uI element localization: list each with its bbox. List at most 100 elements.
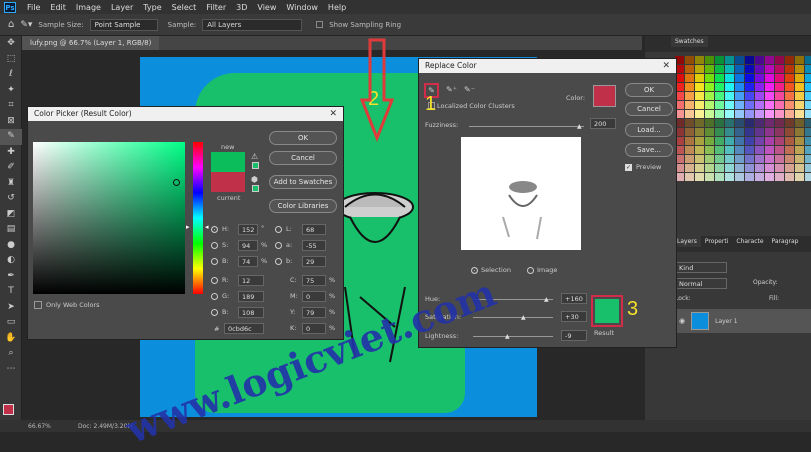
dodge-tool-icon[interactable]: ◐ — [0, 253, 22, 269]
swatch-cell[interactable] — [695, 110, 704, 118]
swatch-cell[interactable] — [775, 110, 784, 118]
swatch-cell[interactable] — [795, 65, 804, 73]
swatch-cell[interactable] — [705, 137, 714, 145]
swatch-cell[interactable] — [705, 74, 714, 82]
home-icon[interactable]: ⌂ — [8, 19, 14, 30]
swatch-cell[interactable] — [685, 83, 694, 91]
r-radio[interactable] — [211, 277, 218, 284]
swatch-cell[interactable] — [785, 173, 794, 181]
saturation-thumb[interactable]: ▲ — [521, 314, 526, 321]
lasso-tool-icon[interactable]: ℓ — [0, 67, 22, 83]
lightness-field[interactable]: -9 — [561, 330, 587, 341]
swatch-cell[interactable] — [765, 83, 774, 91]
lightness-thumb[interactable]: ▲ — [505, 333, 510, 340]
document-tab[interactable]: lufy.png @ 66.7% (Layer 1, RGB/8) — [22, 36, 160, 50]
swatch-cell[interactable] — [775, 74, 784, 82]
layer-name[interactable]: Layer 1 — [715, 318, 737, 325]
swatch-cell[interactable] — [685, 137, 694, 145]
swatch-cell[interactable] — [755, 155, 764, 163]
swatch-cell[interactable] — [705, 119, 714, 127]
swatch-cell[interactable] — [795, 155, 804, 163]
sample-select[interactable]: All Layers — [202, 18, 303, 31]
swatch-cell[interactable] — [785, 119, 794, 127]
swatch-cell[interactable] — [765, 110, 774, 118]
tab-character[interactable]: Characte — [732, 236, 767, 247]
menu-type[interactable]: Type — [138, 3, 166, 12]
swatch-cell[interactable] — [715, 155, 724, 163]
swatch-cell[interactable] — [745, 146, 754, 154]
swatch-cell[interactable] — [775, 164, 784, 172]
swatch-cell[interactable] — [805, 155, 811, 163]
swatch-cell[interactable] — [745, 65, 754, 73]
show-ring-checkbox[interactable] — [316, 21, 324, 28]
ok-button[interactable]: OK — [269, 131, 337, 145]
b-field[interactable]: 74 — [238, 256, 258, 267]
swatch-cell[interactable] — [715, 146, 724, 154]
swatch-cell[interactable] — [695, 119, 704, 127]
blur-tool-icon[interactable]: ● — [0, 238, 22, 254]
swatch-cell[interactable] — [805, 128, 811, 136]
swatch-cell[interactable] — [805, 101, 811, 109]
swatch-cell[interactable] — [775, 155, 784, 163]
swatch-cell[interactable] — [725, 164, 734, 172]
h-radio[interactable] — [211, 226, 218, 233]
swatch-cell[interactable] — [755, 92, 764, 100]
swatch-cell[interactable] — [705, 173, 714, 181]
swatch-cell[interactable] — [705, 92, 714, 100]
swatch-cell[interactable] — [705, 65, 714, 73]
eyedropper-plus-icon[interactable]: ✎⁺ — [446, 85, 457, 94]
only-web-colors-checkbox[interactable] — [34, 301, 42, 309]
menu-view[interactable]: View — [252, 3, 281, 12]
swatch-cell[interactable] — [745, 101, 754, 109]
web-cube-icon[interactable]: ⬢ — [251, 175, 258, 184]
swatch-cell[interactable] — [695, 155, 704, 163]
visibility-eye-icon[interactable]: ◉ — [679, 317, 685, 325]
pen-tool-icon[interactable]: ✒ — [0, 269, 22, 285]
blue-radio[interactable] — [211, 309, 218, 316]
lab-b-field[interactable]: 29 — [302, 256, 326, 267]
swatch-cell[interactable] — [805, 173, 811, 181]
swatch-cell[interactable] — [765, 173, 774, 181]
swatch-cell[interactable] — [715, 173, 724, 181]
eyedropper-minus-icon[interactable]: ✎⁻ — [464, 85, 475, 94]
swatch-cell[interactable] — [785, 110, 794, 118]
menu-window[interactable]: Window — [281, 3, 323, 12]
swatch-cell[interactable] — [765, 155, 774, 163]
swatch-cell[interactable] — [735, 173, 744, 181]
swatch-cell[interactable] — [765, 164, 774, 172]
eyedropper-tool-icon[interactable]: ✎▾ — [20, 20, 32, 30]
swatch-cell[interactable] — [735, 155, 744, 163]
swatch-cell[interactable] — [695, 56, 704, 64]
swatch-cell[interactable] — [745, 164, 754, 172]
swatch-cell[interactable] — [755, 83, 764, 91]
swatch-cell[interactable] — [775, 128, 784, 136]
current-color-swatch[interactable] — [211, 172, 245, 192]
lightness-track[interactable] — [473, 336, 553, 337]
swatch-cell[interactable] — [695, 65, 704, 73]
swatch-cell[interactable] — [725, 137, 734, 145]
swatch-cell[interactable] — [725, 83, 734, 91]
preview-checkbox[interactable]: ✓ — [625, 164, 632, 171]
swatch-cell[interactable] — [685, 146, 694, 154]
hue-field[interactable]: +160 — [561, 293, 587, 304]
swatch-cell[interactable] — [745, 173, 754, 181]
h-field[interactable]: 152 — [238, 224, 258, 235]
swatch-cell[interactable] — [695, 74, 704, 82]
swatch-cell[interactable] — [725, 119, 734, 127]
color-field[interactable] — [33, 142, 185, 294]
swatch-cell[interactable] — [785, 146, 794, 154]
a-radio[interactable] — [275, 242, 282, 249]
swatch-cell[interactable] — [685, 173, 694, 181]
eraser-tool-icon[interactable]: ◩ — [0, 207, 22, 223]
swatch-cell[interactable] — [695, 83, 704, 91]
swatch-cell[interactable] — [755, 146, 764, 154]
swatch-cell[interactable] — [755, 128, 764, 136]
swatch-cell[interactable] — [805, 65, 811, 73]
clone-stamp-icon[interactable]: ♜ — [0, 176, 22, 192]
swatch-cell[interactable] — [715, 101, 724, 109]
swatch-cell[interactable] — [765, 101, 774, 109]
image-radio[interactable] — [527, 267, 534, 274]
swatch-cell[interactable] — [795, 83, 804, 91]
swatch-cell[interactable] — [715, 92, 724, 100]
swatch-cell[interactable] — [795, 101, 804, 109]
